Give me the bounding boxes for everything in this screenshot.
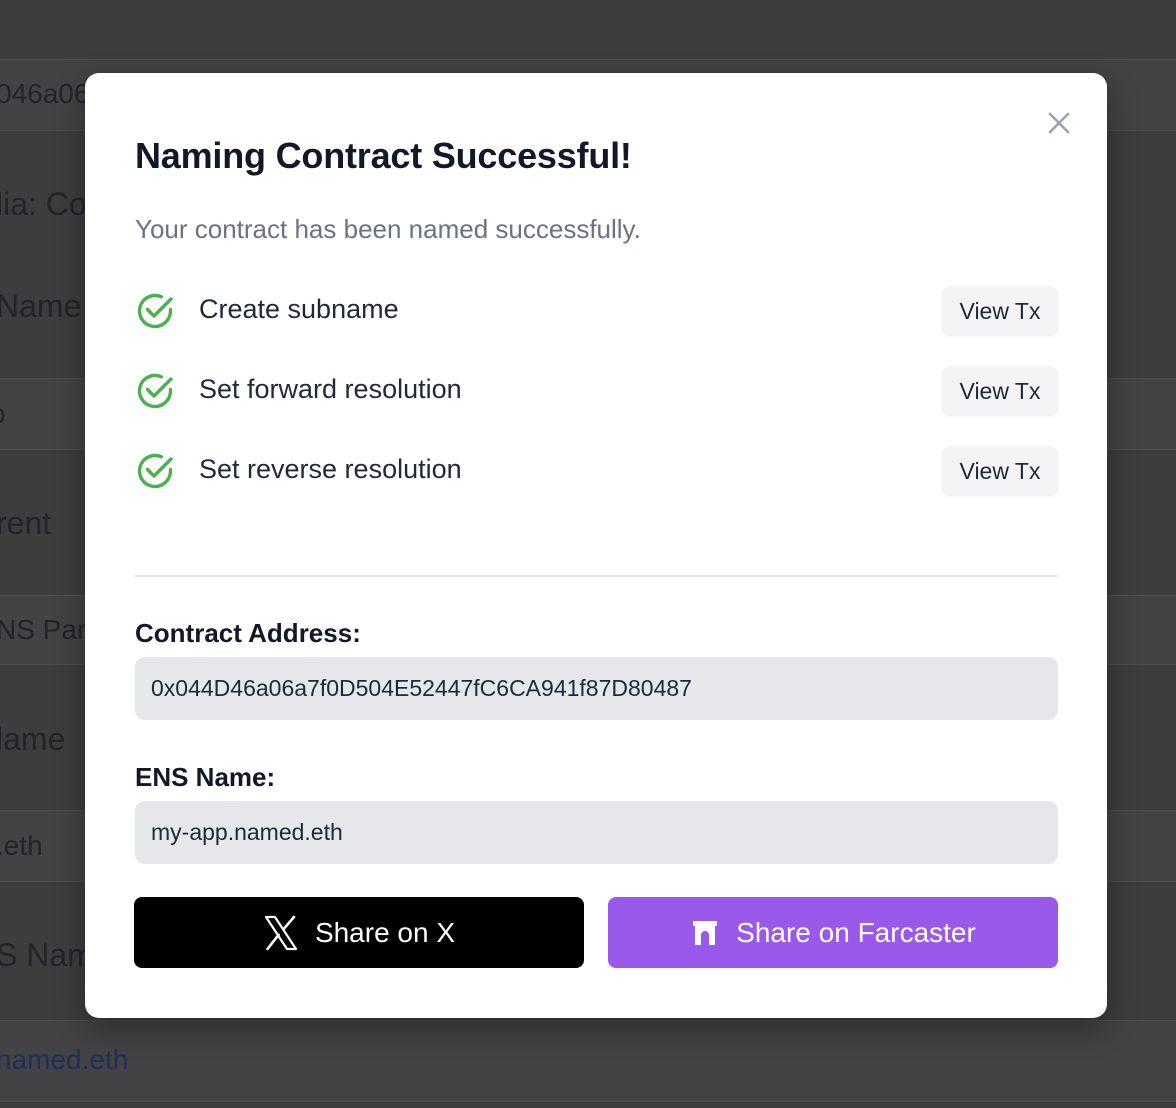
close-button[interactable] bbox=[1045, 109, 1073, 137]
modal-title: Naming Contract Successful! bbox=[135, 135, 632, 176]
background-text: Name bbox=[0, 288, 82, 324]
modal-subtitle: Your contract has been named successfull… bbox=[135, 214, 641, 244]
check-circle-icon bbox=[137, 453, 173, 489]
step-label: Set forward resolution bbox=[199, 374, 462, 404]
view-tx-button[interactable]: View Tx bbox=[942, 286, 1058, 336]
step-create-subname: Create subname View Tx bbox=[135, 286, 1058, 336]
share-on-x-button[interactable]: Share on X bbox=[134, 897, 584, 968]
check-circle-icon bbox=[137, 373, 173, 409]
step-reverse-resolution: Set reverse resolution View Tx bbox=[135, 446, 1058, 496]
view-tx-button[interactable]: View Tx bbox=[942, 446, 1058, 496]
ens-name-label: ENS Name: bbox=[135, 762, 276, 792]
step-label: Create subname bbox=[199, 294, 399, 324]
background-text: o bbox=[0, 398, 6, 430]
view-tx-button[interactable]: View Tx bbox=[942, 366, 1058, 416]
divider bbox=[0, 1101, 1176, 1102]
background-text: lame bbox=[0, 721, 66, 757]
ens-name-field[interactable]: my-app.named.eth bbox=[135, 801, 1058, 864]
background-text: .eth bbox=[0, 830, 43, 861]
farcaster-logo-icon bbox=[693, 920, 718, 945]
table-row bbox=[0, 1021, 1176, 1101]
background-text: 046a06 bbox=[0, 78, 90, 109]
share-on-farcaster-button[interactable]: Share on Farcaster bbox=[608, 897, 1058, 968]
x-logo-icon bbox=[264, 915, 298, 950]
divider bbox=[135, 575, 1058, 577]
success-modal: Naming Contract Successful! Your contrac… bbox=[85, 73, 1107, 1018]
share-on-x-label: Share on X bbox=[314, 916, 456, 948]
step-forward-resolution: Set forward resolution View Tx bbox=[135, 366, 1058, 416]
background-link: named.eth bbox=[0, 1044, 129, 1075]
background-text: rent bbox=[0, 505, 52, 541]
close-icon bbox=[1048, 112, 1070, 134]
step-label: Set reverse resolution bbox=[199, 454, 462, 484]
contract-address-field[interactable]: 0x044D46a06a7f0D504E52447fC6CA941f87D804… bbox=[135, 657, 1058, 720]
check-circle-icon bbox=[137, 293, 173, 329]
share-on-farcaster-label: Share on Farcaster bbox=[736, 916, 976, 948]
background-text: lia: Co bbox=[0, 186, 87, 222]
contract-address-label: Contract Address: bbox=[135, 618, 361, 648]
